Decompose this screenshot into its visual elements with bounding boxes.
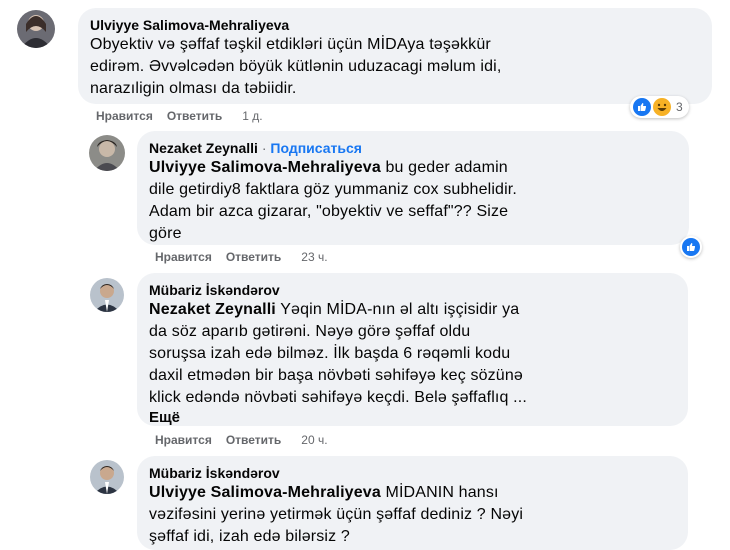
reply-button[interactable]: Ответить bbox=[167, 109, 222, 123]
haha-icon bbox=[653, 98, 671, 116]
mention-link[interactable]: Nezaket Zeynalli bbox=[149, 301, 276, 318]
follow-link[interactable]: Подписаться bbox=[270, 140, 362, 156]
reaction-summary[interactable] bbox=[680, 236, 702, 258]
comment-actions: Нравится Ответить 1 д. bbox=[96, 109, 263, 123]
avatar[interactable] bbox=[90, 460, 124, 494]
comment-header: Nezaket Zeynalli · Подписаться bbox=[149, 139, 677, 157]
avatar[interactable] bbox=[17, 10, 55, 48]
like-button[interactable]: Нравится bbox=[96, 109, 153, 123]
comment-author[interactable]: Nezaket Zeynalli bbox=[149, 140, 258, 156]
like-button[interactable]: Нравится bbox=[155, 250, 212, 264]
reaction-summary[interactable]: 3 bbox=[630, 96, 689, 118]
comment-actions: Нравится Ответить 23 ч. bbox=[155, 250, 328, 264]
avatar[interactable] bbox=[90, 278, 124, 312]
like-button[interactable]: Нравится bbox=[155, 433, 212, 447]
comment-bubble: Mübariz İskəndərov Ulviyye Salimova-Mehr… bbox=[137, 456, 688, 550]
comment-bubble: Nezaket Zeynalli · Подписаться Ulviyye S… bbox=[137, 131, 689, 245]
like-icon bbox=[682, 238, 700, 256]
reply-button[interactable]: Ответить bbox=[226, 433, 281, 447]
comment-text: Ulviyye Salimova-Mehraliyeva bu geder ad… bbox=[149, 159, 517, 242]
comment-text: Nezaket Zeynalli Yəqin MİDA-nın əl altı … bbox=[149, 301, 527, 406]
comment-timestamp[interactable]: 20 ч. bbox=[301, 433, 327, 447]
see-more-link[interactable]: Ещё bbox=[149, 409, 676, 426]
separator: · bbox=[257, 140, 271, 156]
like-icon bbox=[633, 98, 651, 116]
comment-bubble: Mübariz İskəndərov Nezaket Zeynalli Yəqi… bbox=[137, 273, 688, 426]
comment-author[interactable]: Mübariz İskəndərov bbox=[149, 281, 676, 299]
comment-bubble: Ulviyye Salimova-Mehraliyeva Obyektiv və… bbox=[78, 8, 712, 104]
comment-author[interactable]: Mübariz İskəndərov bbox=[149, 464, 676, 482]
comment-text: Obyektiv və şəffaf təşkil etdikləri üçün… bbox=[90, 36, 502, 97]
comment-author[interactable]: Ulviyye Salimova-Mehraliyeva bbox=[90, 16, 700, 34]
reply-button[interactable]: Ответить bbox=[226, 250, 281, 264]
mention-link[interactable]: Ulviyye Salimova-Mehraliyeva bbox=[149, 159, 381, 176]
avatar[interactable] bbox=[89, 135, 125, 171]
reaction-count: 3 bbox=[676, 100, 683, 114]
comment-timestamp[interactable]: 1 д. bbox=[242, 109, 262, 123]
comment-actions: Нравится Ответить 20 ч. bbox=[155, 433, 328, 447]
comment-timestamp[interactable]: 23 ч. bbox=[301, 250, 327, 264]
comment-text: Ulviyye Salimova-Mehraliyeva MİDANIN han… bbox=[149, 484, 524, 545]
mention-link[interactable]: Ulviyye Salimova-Mehraliyeva bbox=[149, 484, 381, 501]
